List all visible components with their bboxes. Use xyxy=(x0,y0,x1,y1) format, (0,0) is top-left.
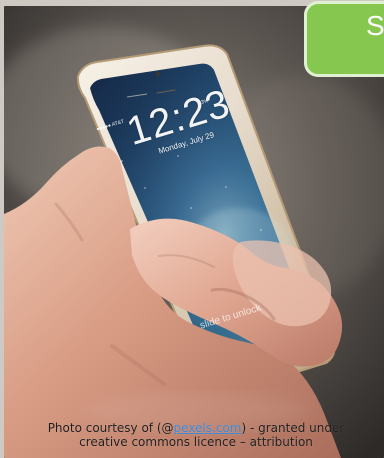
caption-line-2: creative commons licence – attribution xyxy=(79,435,313,449)
pexels-link[interactable]: pexels.com xyxy=(174,421,242,435)
photo-caption: Photo courtesy of (@pexels.com) - grante… xyxy=(18,421,374,449)
speaker-dot xyxy=(155,71,161,77)
caption-prefix: Photo courtesy of (@ xyxy=(47,421,174,435)
corner-tab: S xyxy=(304,1,384,77)
caption-line-1: Photo courtesy of (@pexels.com) - grante… xyxy=(18,421,374,435)
caption-suffix: ) - granted under xyxy=(241,421,345,435)
screenshot-frame: ●●●●● AT&T 73% 12:23 Monday, July 29 sli… xyxy=(0,0,384,458)
corner-letter: S xyxy=(366,10,384,41)
